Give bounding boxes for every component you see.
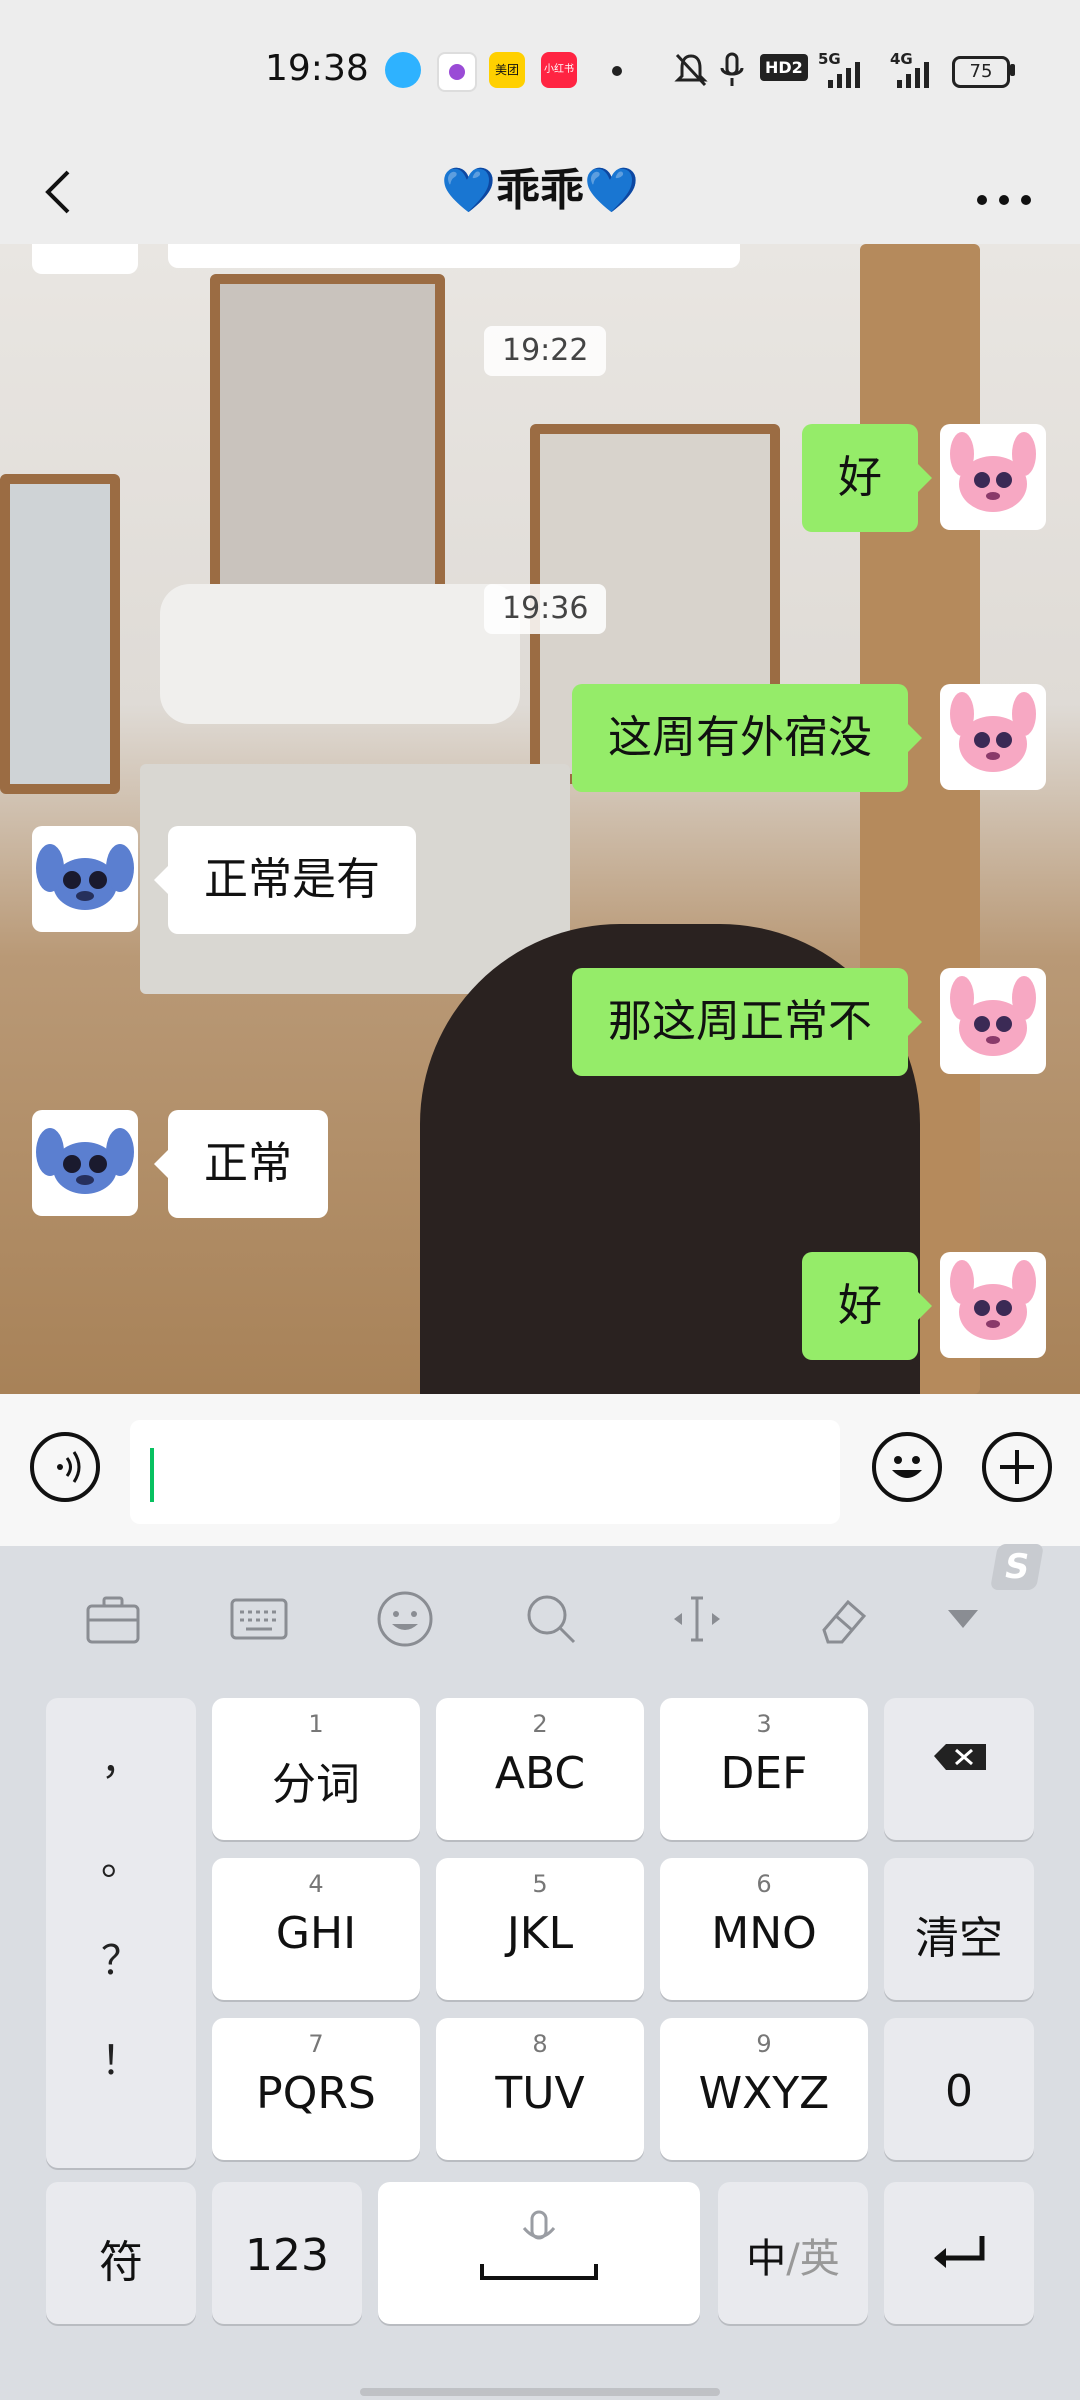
contact-avatar[interactable] xyxy=(32,1110,138,1216)
key-5[interactable]: 5 JKL xyxy=(436,1858,644,2000)
message-input-bar xyxy=(0,1394,1080,1546)
key-2[interactable]: 2 ABC xyxy=(436,1698,644,1840)
message-bubble-incoming[interactable]: 正常 xyxy=(154,1110,328,1218)
xiaohongshu-icon: 小红书 xyxy=(541,52,577,88)
wallpaper-frame xyxy=(0,474,120,794)
heart-icon: 💙 xyxy=(584,165,639,216)
message-text-input[interactable] xyxy=(130,1420,840,1524)
symbols-key[interactable]: 符 xyxy=(46,2182,196,2324)
emoji-icon[interactable] xyxy=(372,1586,438,1652)
clear-format-icon[interactable] xyxy=(810,1586,876,1652)
key-6[interactable]: 6 MNO xyxy=(660,1858,868,2000)
pink-cartoon-avatar-icon xyxy=(950,432,1036,512)
signal-4g-icon xyxy=(897,62,929,88)
status-time: 19:38 xyxy=(265,48,369,89)
key-1[interactable]: 1 分词 xyxy=(212,1698,420,1840)
microphone-icon xyxy=(720,52,744,86)
chat-title: 💙乖乖💙 xyxy=(0,154,1080,218)
space-mic-icon xyxy=(480,2210,598,2280)
message-bubble-incoming[interactable]: 正常是有 xyxy=(154,826,416,934)
hd-badge: HD2 xyxy=(760,54,808,81)
punct-period[interactable]: 。 xyxy=(46,1828,196,1886)
smiley-icon xyxy=(892,1456,922,1478)
punct-comma[interactable]: ， xyxy=(46,1728,196,1786)
numbers-key[interactable]: 123 xyxy=(212,2182,362,2324)
my-avatar[interactable] xyxy=(940,424,1046,530)
enter-icon xyxy=(934,2236,985,2268)
punctuation-column[interactable]: ， 。 ？ ！ xyxy=(46,1698,196,2168)
message-timestamp: 19:36 xyxy=(484,584,607,634)
pink-cartoon-avatar-icon xyxy=(950,976,1036,1056)
cursor-icon[interactable] xyxy=(664,1586,730,1652)
message-bubble-partial[interactable] xyxy=(168,244,740,268)
key-8[interactable]: 8 TUV xyxy=(436,2018,644,2160)
more-functions-button[interactable] xyxy=(982,1432,1052,1502)
message-timestamp: 19:22 xyxy=(484,326,607,376)
blue-cartoon-avatar-icon xyxy=(36,1128,134,1194)
wallpaper-projector xyxy=(160,584,520,724)
app-icon-purple xyxy=(437,52,477,92)
signal-5g-icon xyxy=(828,62,860,88)
heart-icon: 💙 xyxy=(441,165,496,216)
contact-avatar[interactable] xyxy=(32,244,138,274)
backspace-key[interactable] xyxy=(884,1698,1034,1840)
punct-question[interactable]: ？ xyxy=(46,1928,196,1986)
voice-wave-icon xyxy=(57,1451,81,1483)
my-avatar[interactable] xyxy=(940,968,1046,1074)
lang-sep: / xyxy=(786,2236,800,2282)
ime-keyboard: S ， 。 ？ ！ 1 分词 2 ABC 3 DEF 4 GHI 5 JKL 6 MNO 清… xyxy=(0,1544,1080,2400)
more-options-icon[interactable] xyxy=(970,162,1040,222)
message-bubble-outgoing[interactable]: 好 xyxy=(802,424,932,532)
zero-key[interactable]: 0 xyxy=(884,2018,1034,2160)
mute-bell-icon xyxy=(674,53,708,87)
qq-icon xyxy=(385,52,421,88)
battery-tip xyxy=(1010,64,1015,76)
collapse-keyboard-icon[interactable] xyxy=(930,1586,996,1652)
chat-message-list[interactable]: 19:22 好 19:36 这周有外宿没 正常是有 那这周正常不 正常 好 xyxy=(0,244,1080,1394)
message-bubble-outgoing[interactable]: 这周有外宿没 xyxy=(572,684,922,792)
meituan-icon: 美团 xyxy=(489,52,525,88)
wallpaper-frame xyxy=(210,274,445,604)
message-bubble-outgoing[interactable]: 那这周正常不 xyxy=(572,968,922,1076)
contact-avatar[interactable] xyxy=(32,826,138,932)
pink-cartoon-avatar-icon xyxy=(950,1260,1036,1340)
lang-zh: 中 xyxy=(746,2236,787,2282)
battery-indicator: 75 xyxy=(952,56,1010,88)
plus-icon xyxy=(1000,1450,1034,1484)
message-bubble-outgoing[interactable]: 好 xyxy=(802,1252,932,1360)
key-4[interactable]: 4 GHI xyxy=(212,1858,420,2000)
my-avatar[interactable] xyxy=(940,1252,1046,1358)
toolbox-icon[interactable] xyxy=(80,1586,146,1652)
status-bar: 19:38 美团 小红书 HD2 5G 4G 75 xyxy=(0,0,1080,142)
punct-exclamation[interactable]: ！ xyxy=(46,2028,196,2086)
key-9[interactable]: 9 WXYZ xyxy=(660,2018,868,2160)
chat-header: 💙乖乖💙 xyxy=(0,142,1080,244)
key-7[interactable]: 7 PQRS xyxy=(212,2018,420,2160)
key-3[interactable]: 3 DEF xyxy=(660,1698,868,1840)
language-switch-key[interactable]: 中/英 xyxy=(718,2182,868,2324)
voice-input-button[interactable] xyxy=(30,1432,100,1502)
emoji-button[interactable] xyxy=(872,1432,942,1502)
clear-key[interactable]: 清空 xyxy=(884,1858,1034,2000)
backspace-icon xyxy=(934,1744,986,1770)
notification-dot-icon xyxy=(612,66,622,76)
blue-cartoon-avatar-icon xyxy=(36,844,134,910)
search-icon[interactable] xyxy=(518,1586,584,1652)
sogou-logo-icon: S xyxy=(989,1544,1045,1590)
space-key[interactable] xyxy=(378,2182,700,2324)
enter-key[interactable] xyxy=(884,2182,1034,2324)
contact-name: 乖乖 xyxy=(496,165,584,216)
keyboard-icon[interactable] xyxy=(226,1586,292,1652)
text-caret xyxy=(150,1448,154,1502)
home-indicator[interactable] xyxy=(360,2388,720,2396)
my-avatar[interactable] xyxy=(940,684,1046,790)
lang-en: 英 xyxy=(799,2236,840,2282)
pink-cartoon-avatar-icon xyxy=(950,692,1036,772)
